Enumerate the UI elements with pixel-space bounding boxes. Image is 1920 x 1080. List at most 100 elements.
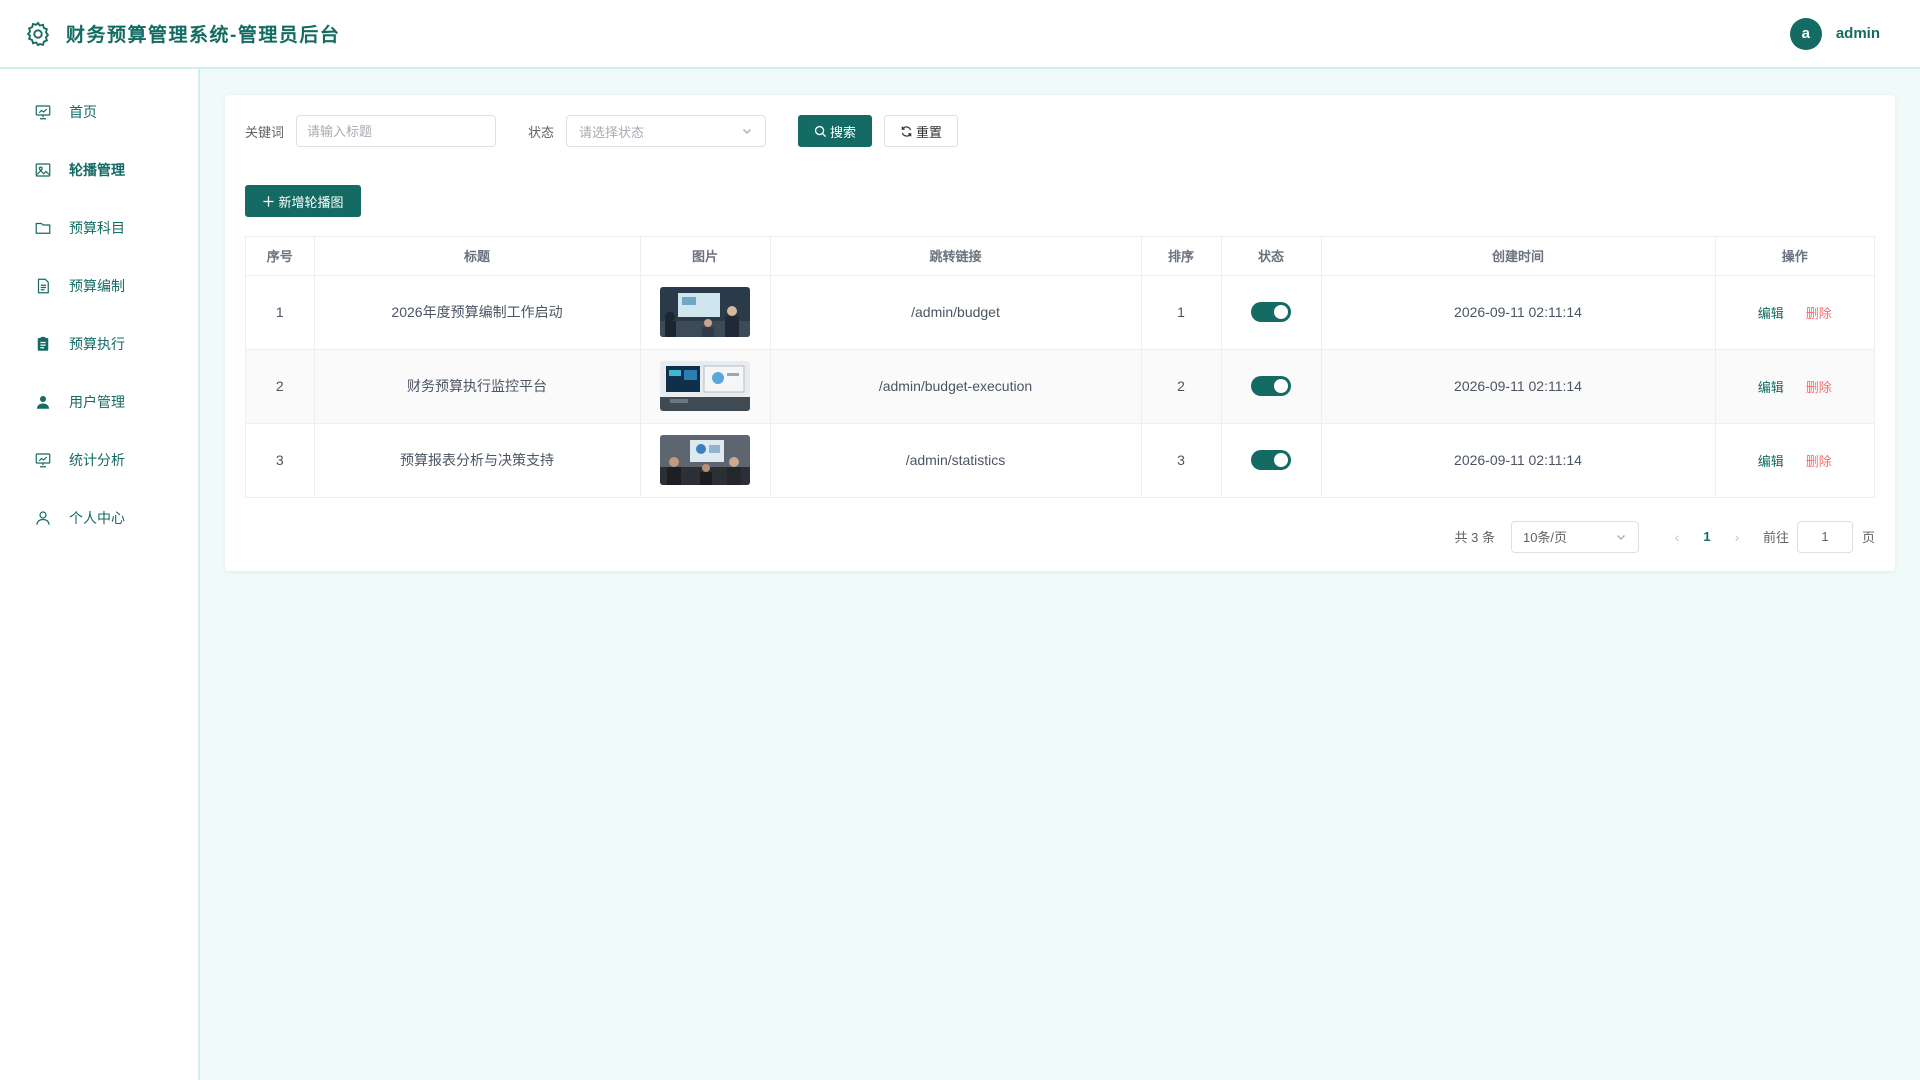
status-select-placeholder: 请选择状态 <box>579 124 645 140</box>
search-icon <box>814 125 827 137</box>
action-bar: 新增轮播图 <box>245 185 1875 217</box>
row-sort: 3 <box>1141 423 1222 498</box>
sidebar-item-label: 预算科目 <box>69 220 125 236</box>
chevron-down-icon <box>1617 534 1625 540</box>
status-toggle[interactable] <box>1251 450 1291 470</box>
reset-button[interactable]: 重置 <box>884 115 959 147</box>
sidebar-item-carousel[interactable]: 轮播管理 <box>0 141 198 199</box>
sidebar-item-budget-exec[interactable]: 预算执行 <box>0 315 198 373</box>
keyword-input[interactable] <box>296 115 497 147</box>
page-number-1[interactable]: 1 <box>1691 529 1723 544</box>
clipboard-icon <box>37 336 49 351</box>
column-header-title: 标题 <box>314 237 641 276</box>
carousel-thumbnail[interactable] <box>660 287 750 337</box>
sidebar-item-profile[interactable]: 个人中心 <box>0 489 198 547</box>
gear-icon <box>26 20 50 46</box>
reset-button-label: 重置 <box>916 124 943 140</box>
chevron-down-icon <box>743 129 751 134</box>
sidebar-item-label: 个人中心 <box>69 510 125 526</box>
row-title: 财务预算执行监控平台 <box>314 349 641 424</box>
search-button[interactable]: 搜索 <box>798 115 873 147</box>
sidebar-item-statistics[interactable]: 统计分析 <box>0 431 198 489</box>
row-status-cell <box>1221 423 1322 498</box>
app-title: 财务预算管理系统-管理员后台 <box>66 25 341 46</box>
folder-icon <box>35 222 51 234</box>
delete-button[interactable]: 删除 <box>1806 454 1832 469</box>
row-created: 2026-09-11 02:11:14 <box>1321 349 1716 424</box>
sidebar-item-label: 轮播管理 <box>69 162 125 178</box>
page-unit-label: 页 <box>1861 530 1875 545</box>
user-outline-icon <box>36 511 50 525</box>
document-icon <box>37 278 49 294</box>
row-index: 1 <box>246 275 315 350</box>
row-image-cell <box>640 349 771 424</box>
next-page-button[interactable]: › <box>1723 529 1751 545</box>
edit-button[interactable]: 编辑 <box>1758 306 1784 321</box>
sidebar-item-budget-subject[interactable]: 预算科目 <box>0 199 198 257</box>
row-index: 3 <box>246 423 315 498</box>
row-title: 预算报表分析与决策支持 <box>314 423 641 498</box>
top-header: 财务预算管理系统-管理员后台 a admin <box>0 0 1920 69</box>
page-size-select[interactable]: 10条/页 <box>1510 520 1639 553</box>
row-status-cell <box>1221 349 1322 424</box>
row-actions: 编辑 删除 <box>1715 423 1874 498</box>
sidebar-item-label: 预算执行 <box>69 336 125 352</box>
delete-button[interactable]: 删除 <box>1806 306 1832 321</box>
row-actions: 编辑 删除 <box>1715 349 1874 424</box>
content-card: 关键词 状态 请选择状态 搜索 重置 新增轮播图 <box>225 95 1895 571</box>
status-toggle[interactable] <box>1251 302 1291 322</box>
delete-button[interactable]: 删除 <box>1806 380 1832 395</box>
column-header-actions: 操作 <box>1715 237 1874 276</box>
status-label: 状态 <box>528 124 555 140</box>
sidebar-item-home[interactable]: 首页 <box>0 83 198 141</box>
edit-button[interactable]: 编辑 <box>1758 454 1784 469</box>
table-row: 2 财务预算执行监控平台 /admin/budget-execution 2 2… <box>246 349 1874 424</box>
status-select[interactable]: 请选择状态 <box>566 115 767 147</box>
column-header-link: 跳转链接 <box>770 237 1142 276</box>
user-menu[interactable]: a admin <box>1789 17 1880 50</box>
search-button-label: 搜索 <box>830 124 857 140</box>
row-image-cell <box>640 423 771 498</box>
sidebar-item-label: 首页 <box>69 104 97 120</box>
row-status-cell <box>1221 275 1322 350</box>
row-image-cell <box>640 275 771 350</box>
row-sort: 2 <box>1141 349 1222 424</box>
filter-bar: 关键词 状态 请选择状态 搜索 重置 <box>245 115 1875 147</box>
column-header-index: 序号 <box>246 237 315 276</box>
carousel-thumbnail[interactable] <box>660 361 750 411</box>
table-row: 1 2026年度预算编制工作启动 /admin/budget 1 2026-09… <box>246 275 1874 350</box>
row-link: /admin/budget-execution <box>770 349 1142 424</box>
column-header-image: 图片 <box>640 237 771 276</box>
sidebar-item-label: 统计分析 <box>69 452 125 468</box>
row-created: 2026-09-11 02:11:14 <box>1321 275 1716 350</box>
sidebar: 首页 轮播管理 预算科目 预算编制 预算执行 用户管理 统计分析 个人中心 <box>0 69 200 1080</box>
column-header-status: 状态 <box>1221 237 1322 276</box>
plus-icon <box>263 195 275 207</box>
goto-page-input[interactable] <box>1796 520 1853 553</box>
dashboard-icon <box>35 105 51 120</box>
chart-board-icon <box>35 453 51 468</box>
carousel-table: 序号 标题 图片 跳转链接 排序 状态 创建时间 操作 1 2026年度预算编制… <box>245 236 1875 498</box>
column-header-created: 创建时间 <box>1321 237 1716 276</box>
carousel-thumbnail[interactable] <box>660 435 750 485</box>
sidebar-item-label: 用户管理 <box>69 394 125 410</box>
row-link: /admin/statistics <box>770 423 1142 498</box>
keyword-label: 关键词 <box>245 124 285 140</box>
username[interactable]: admin <box>1836 25 1880 42</box>
status-toggle[interactable] <box>1251 376 1291 396</box>
edit-button[interactable]: 编辑 <box>1758 380 1784 395</box>
prev-page-button[interactable]: ‹ <box>1663 529 1691 545</box>
brand: 财务预算管理系统-管理员后台 <box>24 20 340 48</box>
image-icon <box>35 163 51 177</box>
row-title: 2026年度预算编制工作启动 <box>314 275 641 350</box>
sidebar-item-user-mgmt[interactable]: 用户管理 <box>0 373 198 431</box>
row-sort: 1 <box>1141 275 1222 350</box>
user-icon <box>37 396 49 409</box>
row-actions: 编辑 删除 <box>1715 275 1874 350</box>
table-header-row: 序号 标题 图片 跳转链接 排序 状态 创建时间 操作 <box>246 237 1874 276</box>
add-carousel-button[interactable]: 新增轮播图 <box>245 185 361 217</box>
sidebar-item-budget-prep[interactable]: 预算编制 <box>0 257 198 315</box>
avatar[interactable]: a <box>1789 17 1822 50</box>
row-created: 2026-09-11 02:11:14 <box>1321 423 1716 498</box>
column-header-sort: 排序 <box>1141 237 1222 276</box>
